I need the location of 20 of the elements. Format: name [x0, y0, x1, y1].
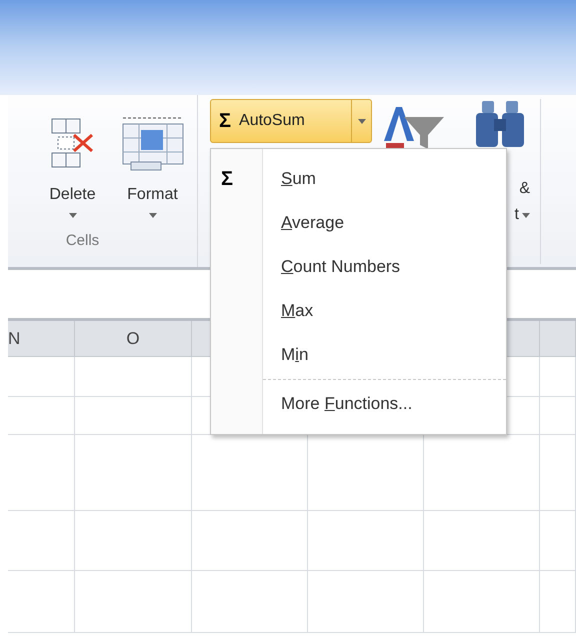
column-header: O	[126, 328, 140, 350]
dropdown-arrow-icon	[68, 213, 76, 218]
dropdown-arrow-icon	[358, 118, 366, 124]
dropdown-arrow-icon	[522, 212, 530, 218]
autosum-button[interactable]: Σ AutoSum	[210, 99, 372, 143]
menu-item[interactable]: Min	[281, 342, 308, 368]
sigma-icon: Σ	[221, 164, 234, 194]
sigma-icon: Σ	[219, 106, 232, 136]
menu-item[interactable]: Count Numbers	[281, 254, 400, 280]
menu-item[interactable]: Sum	[281, 166, 316, 192]
ribbon-label: t	[514, 205, 519, 225]
column-header: N	[8, 328, 20, 350]
dropdown-arrow-icon	[148, 213, 156, 218]
ribbon-label: &	[519, 179, 530, 199]
menu-item[interactable]: Average	[281, 210, 344, 236]
menu-item[interactable]: Max	[281, 298, 314, 324]
group-label: Cells	[66, 231, 100, 251]
ribbon-button[interactable]: Delete	[34, 103, 110, 218]
menu-item[interactable]: More Functions...	[281, 391, 412, 417]
ribbon-button[interactable]: Format	[114, 103, 190, 218]
